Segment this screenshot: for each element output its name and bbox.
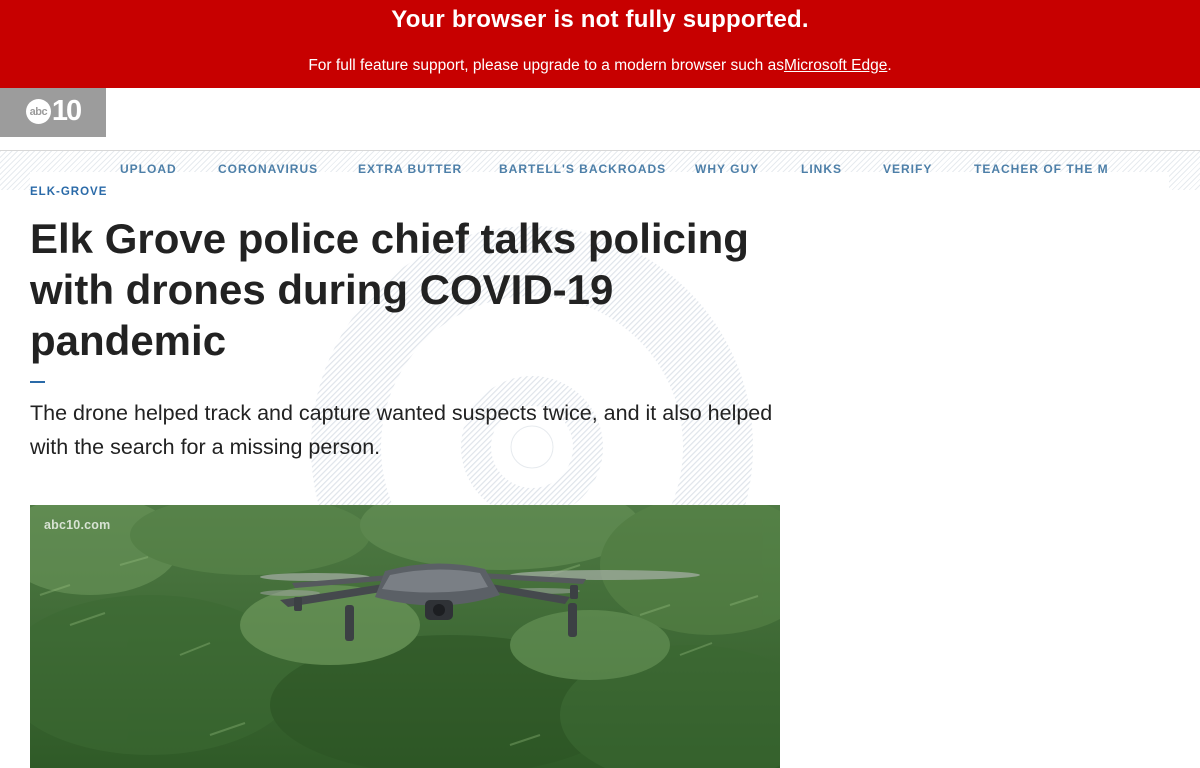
abc-logo-icon: abc <box>25 99 51 124</box>
category-link[interactable]: ELK-GROVE <box>30 186 107 198</box>
abc10-logo[interactable]: abc 10 <box>0 86 106 137</box>
banner-title: Your browser is not fully supported. <box>391 6 809 33</box>
microsoft-edge-link[interactable]: Microsoft Edge <box>784 57 887 74</box>
page: Your browser is not fully supported. For… <box>0 0 1200 768</box>
nav-item-coronavirus[interactable]: CORONAVIRUS <box>218 162 318 176</box>
video-player[interactable]: abc10.com <box>30 505 780 768</box>
nav-item-verify[interactable]: VERIFY <box>883 162 932 176</box>
article-headline: Elk Grove police chief talks policing wi… <box>30 215 749 364</box>
unsupported-browser-banner: Your browser is not fully supported. For… <box>0 0 1200 88</box>
nav-item-why-guy[interactable]: WHY GUY <box>695 162 759 176</box>
logo-number: 10 <box>51 95 82 127</box>
banner-message: For full feature support, please upgrade… <box>0 57 1200 75</box>
main-nav: UPLOAD CORONAVIRUS EXTRA BUTTER BARTELL'… <box>120 162 1120 176</box>
nav-item-links[interactable]: LINKS <box>801 162 842 176</box>
nav-item-extra-butter[interactable]: EXTRA BUTTER <box>358 162 462 176</box>
nav-item-teacher-of-the-month[interactable]: TEACHER OF THE M <box>974 162 1109 176</box>
headline-rule <box>30 381 45 383</box>
video-watermark: abc10.com <box>44 518 111 532</box>
article-dek: The drone helped track and capture wante… <box>30 401 773 459</box>
nav-item-upload[interactable]: UPLOAD <box>120 162 177 176</box>
video-frame-drone <box>30 505 780 768</box>
nav-strip: UPLOAD CORONAVIRUS EXTRA BUTTER BARTELL'… <box>0 151 1200 190</box>
banner-message-text: For full feature support, please upgrade… <box>308 57 784 74</box>
nav-item-bartells-backroads[interactable]: BARTELL'S BACKROADS <box>499 162 666 176</box>
banner-message-end: . <box>887 57 892 74</box>
